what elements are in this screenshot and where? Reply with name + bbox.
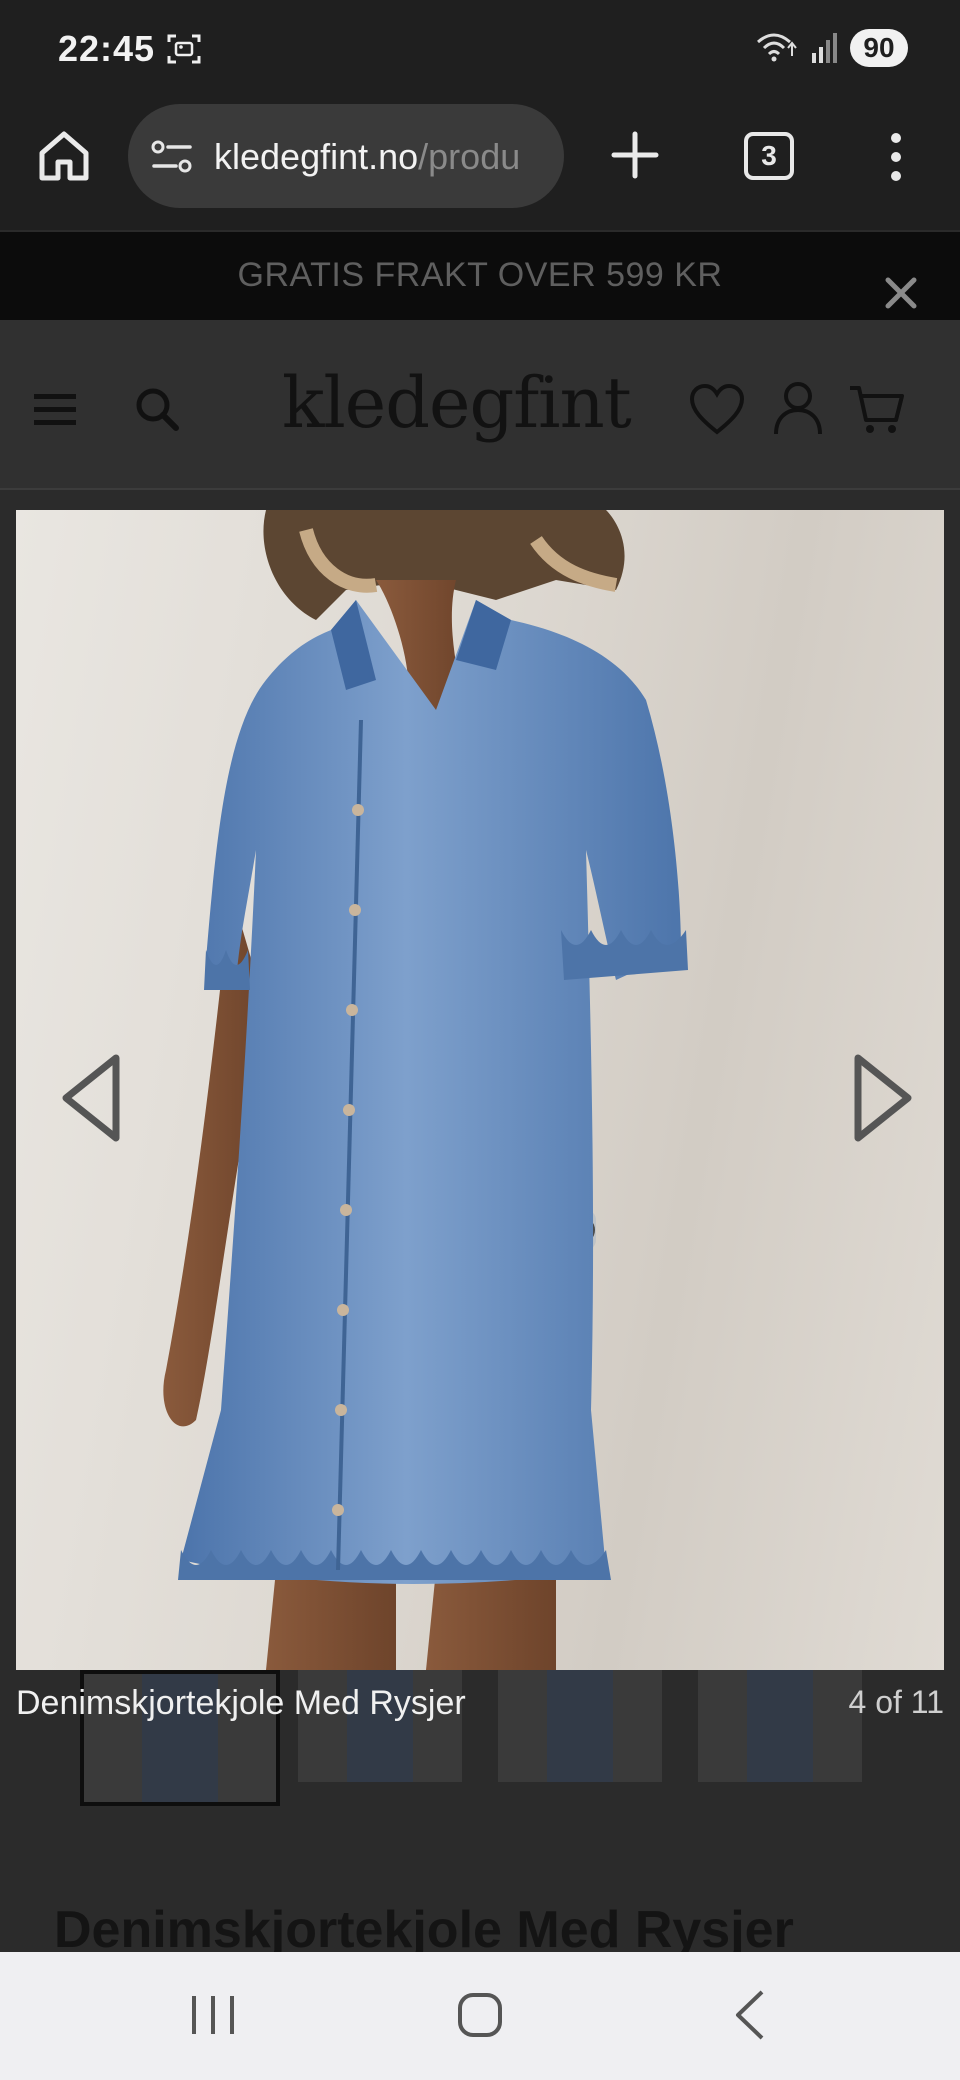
site-settings-icon[interactable]: [150, 138, 194, 176]
image-counter: 4 of 11: [848, 1684, 944, 1720]
url-domain: kledegfint.no: [214, 136, 419, 177]
close-icon[interactable]: [880, 272, 922, 314]
status-indicators: 90: [754, 26, 908, 70]
home-icon[interactable]: [34, 126, 94, 186]
product-title: Denimskjortekjole Med Rysjer: [54, 1901, 794, 1959]
url-text: kledegfint.no/produ: [214, 136, 520, 178]
more-vert-icon[interactable]: [878, 130, 914, 184]
tab-switcher-button[interactable]: 3: [744, 132, 794, 180]
cart-icon[interactable]: [848, 382, 906, 436]
wifi-icon: [757, 33, 797, 62]
battery-indicator: 90: [850, 29, 908, 67]
image-caption: Denimskjortekjole Med Rysjer: [16, 1684, 466, 1722]
promo-text: GRATIS FRAKT OVER 599 KR: [237, 256, 723, 294]
user-icon[interactable]: [772, 380, 824, 436]
site-logo[interactable]: kledegfint: [282, 362, 632, 444]
product-photo: [163, 510, 688, 1670]
status-time: 22:45: [58, 28, 156, 69]
browser-toolbar: kledegfint.no/produ 3: [0, 96, 960, 230]
address-bar[interactable]: kledegfint.no/produ: [128, 104, 564, 208]
signal-icon: [812, 33, 837, 63]
url-path: /produ: [418, 136, 521, 177]
home-nav-icon[interactable]: [456, 1990, 504, 2040]
search-icon[interactable]: [132, 384, 182, 434]
back-icon[interactable]: [730, 1988, 770, 2042]
promo-banner: GRATIS FRAKT OVER 599 KR: [0, 232, 960, 320]
product-image-gallery[interactable]: [16, 510, 944, 1670]
status-bar: 22:45 90: [0, 0, 960, 96]
menu-icon[interactable]: [32, 390, 78, 430]
next-image-arrow-icon[interactable]: [848, 1050, 918, 1146]
screenshot-icon: [167, 34, 201, 64]
gallery-caption-row: Denimskjortekjole Med Rysjer 4 of 11: [0, 1670, 960, 1742]
heart-icon[interactable]: [688, 382, 746, 436]
site-header: kledegfint: [0, 320, 960, 490]
recent-apps-icon[interactable]: [188, 1992, 238, 2038]
previous-image-arrow-icon[interactable]: [56, 1050, 126, 1146]
plus-icon[interactable]: [606, 126, 664, 184]
system-navigation-bar: [0, 1952, 960, 2080]
